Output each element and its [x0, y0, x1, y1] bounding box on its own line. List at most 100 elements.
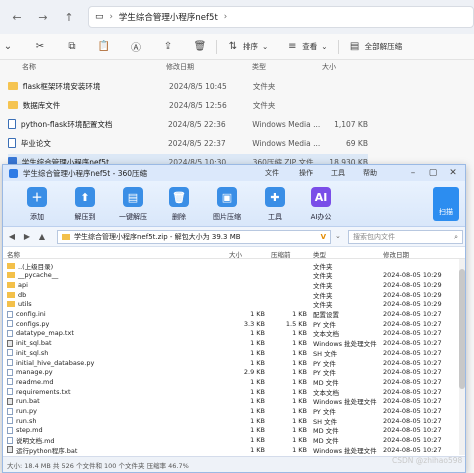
zip-status-text: 大小: 18.4 MB 共 526 个文件和 100 个文件夹 压缩率 46.7… — [7, 461, 189, 470]
sort-button[interactable]: ⇅ 排序 ⌄ — [227, 41, 269, 53]
folder-icon — [62, 234, 70, 240]
path-dropdown-icon[interactable]: V — [321, 233, 326, 241]
zip-entry-row[interactable]: initial_hive_database.py 1 KB 1 KB PY 文件 202… — [3, 358, 465, 368]
zip-entry-name-cell: run.sh — [7, 417, 207, 425]
zip-entry-row[interactable]: 运行python程序.bat 1 KB 1 KB Windows 批处理文件 2024-… — [3, 445, 465, 455]
menu-tools[interactable]: 工具 — [331, 168, 345, 178]
tools-button[interactable]: ✚ 工具 — [255, 187, 295, 222]
zip-entry-name-cell: run.py — [7, 407, 207, 415]
column-size[interactable]: 大小 — [322, 62, 336, 72]
zip-entry-size: 1 KB — [250, 377, 265, 386]
zip-entry-row[interactable]: __pycache__ 文件夹 2024-08-05 10:29 — [3, 271, 465, 280]
up-icon[interactable]: ▲ — [36, 231, 48, 243]
zip-entry-row[interactable]: config.ini 1 KB 1 KB 配置设置 2024-08-05 10:27 — [3, 310, 465, 319]
zip-entry-name-cell: manage.py — [7, 368, 207, 376]
zip-entry-row[interactable]: api 文件夹 2024-08-05 10:29 — [3, 280, 465, 290]
zip-entry-date: 2024-08-05 10:27 — [383, 358, 442, 367]
explorer-file-row[interactable]: 毕业论文 2024/8/5 22:37 Windows Media ... 69 KB — [8, 135, 368, 151]
maximize-icon[interactable]: ▢ — [427, 167, 439, 179]
zcol-type[interactable]: 类型 — [313, 249, 379, 259]
zcol-date[interactable]: 修改日期 — [383, 249, 465, 259]
zip-entry-row[interactable]: readme.md 1 KB 1 KB MD 文件 2024-08-05 10:27 — [3, 377, 465, 387]
search-icon[interactable]: ⌕ — [454, 233, 458, 242]
zip-entry-row[interactable]: manage.py 2.9 KB 1 KB PY 文件 2024-08-05 10:27 — [3, 368, 465, 378]
zip-entry-type: MD 文件 — [313, 427, 339, 436]
ai-office-button[interactable]: AI AI办公 — [301, 187, 341, 222]
add-label: 添加 — [30, 213, 44, 221]
menu-operate[interactable]: 操作 — [299, 168, 313, 178]
address-bar[interactable]: ▭ › 学生综合管理小程序nef5t › — [88, 6, 474, 28]
zip-entry-row[interactable]: ..(上级目录) 文件夹 — [3, 261, 465, 271]
share-icon[interactable]: ⇪ — [162, 41, 174, 53]
scan-label: 扫描 — [439, 208, 453, 216]
view-button[interactable]: ≡ 查看 ⌄ — [286, 41, 328, 53]
forward-icon[interactable]: ▶ — [21, 231, 33, 243]
back-arrow-icon[interactable]: ← — [8, 8, 26, 26]
zip-path-bar: ◀ ▶ ▲ 学生综合管理小程序nef5t.zip - 解包大小为 39.3 MB… — [3, 227, 465, 247]
zip-entry-row[interactable]: requirements.txt 1 KB 1 KB 文本文档 2024-08-05 1… — [3, 387, 465, 397]
up-arrow-icon[interactable]: ↑ — [60, 8, 78, 26]
zip-entry-row[interactable]: utils 文件夹 2024-08-05 10:29 — [3, 300, 465, 309]
image-compress-label: 图片压缩 — [213, 213, 241, 221]
file-icon — [7, 407, 13, 415]
column-date[interactable]: 修改日期 — [166, 62, 194, 72]
extract-to-button[interactable]: ⬆ 解压到 — [65, 187, 105, 222]
file-type: Windows Media ... — [252, 119, 321, 129]
column-name[interactable]: 名称 — [22, 62, 36, 72]
add-button[interactable]: ＋ 添加 — [17, 187, 57, 222]
zcol-name[interactable]: 名称 — [7, 249, 207, 259]
tools-icon: ✚ — [265, 187, 285, 207]
image-compress-button[interactable]: ▣ 图片压缩 — [207, 187, 247, 222]
zip-entry-compressed: 1 KB — [292, 426, 307, 435]
zip-entry-row[interactable]: run.bat 1 KB 1 KB Windows 批处理文件 2024-08-05 1… — [3, 397, 465, 406]
zip-scrollbar[interactable] — [459, 259, 465, 455]
cut-icon[interactable]: ✂ — [34, 41, 46, 53]
forward-arrow-icon[interactable]: → — [34, 8, 52, 26]
zip-search-input[interactable]: 搜索包内文件 ⌕ — [348, 230, 463, 244]
zip-entry-type: PY 文件 — [313, 369, 336, 378]
column-type[interactable]: 类型 — [252, 62, 266, 72]
zip-entry-name-cell: initial_hive_database.py — [7, 359, 207, 367]
zip-entry-name-cell: init_sql.bat — [7, 339, 207, 347]
explorer-file-row[interactable]: 数据库文件 2024/8/5 12:56 文件夹 — [8, 97, 368, 113]
new-chevron-icon[interactable]: ⌄ — [2, 41, 14, 53]
one-click-extract-button[interactable]: ▤ 一键解压 — [113, 187, 153, 222]
path-chevron-icon[interactable]: ⌄ — [335, 232, 341, 240]
trash-icon: 🗑 — [169, 187, 189, 207]
zip-entry-row[interactable]: 说明文档.md 1 KB 1 KB MD 文件 2024-08-05 10:27 — [3, 436, 465, 446]
scan-button[interactable]: 扫描 — [433, 187, 459, 221]
zip-entry-row[interactable]: configs.py 3.3 KB 1.5 KB PY 文件 2024-08-05 10… — [3, 319, 465, 329]
zip-entry-row[interactable]: init_sql.sh 1 KB 1 KB SH 文件 2024-08-05 10:27 — [3, 348, 465, 358]
delete-button[interactable]: 🗑 删除 — [159, 187, 199, 222]
zip-entry-compressed: 1 KB — [292, 445, 307, 454]
menu-help[interactable]: 帮助 — [363, 168, 377, 178]
zip-entry-name: config.ini — [16, 310, 46, 318]
zip-entry-row[interactable]: datatype_map.txt 1 KB 1 KB 文本文档 2024-08-05 1… — [3, 329, 465, 338]
zip-entry-row[interactable]: run.py 1 KB 1 KB PY 文件 2024-08-05 10:27 — [3, 407, 465, 416]
zip-entry-row[interactable]: init_sql.bat 1 KB 1 KB Windows 批处理文件 2024-08… — [3, 339, 465, 348]
paste-icon[interactable]: 📋 — [98, 41, 110, 53]
zip-entry-compressed: 1 KB — [292, 377, 307, 386]
zip-scroll-thumb[interactable] — [459, 269, 465, 389]
explorer-file-row[interactable]: flask框架环境安装环境 2024/8/5 10:45 文件夹 — [8, 78, 368, 94]
copy-icon[interactable]: ⧉ — [66, 41, 78, 53]
zcol-compressed[interactable]: 压缩前 — [271, 249, 313, 259]
zip-entry-row[interactable]: step.md 1 KB 1 KB MD 文件 2024-08-05 10:27 — [3, 426, 465, 436]
zip-entry-date: 2024-08-05 10:27 — [383, 445, 442, 454]
close-icon[interactable]: ✕ — [447, 167, 459, 179]
minimize-icon[interactable]: – — [407, 167, 419, 179]
extract-all-button[interactable]: ▤ 全部解压缩 — [349, 41, 402, 53]
rename-icon[interactable]: Ⓐ — [130, 41, 142, 54]
delete-icon[interactable]: 🗑 — [194, 41, 207, 53]
zip-entry-size: 1 KB — [250, 426, 265, 435]
zip-path-input[interactable]: 学生综合管理小程序nef5t.zip - 解包大小为 39.3 MB V — [57, 230, 331, 244]
zip-entry-row[interactable]: db 文件夹 2024-08-05 10:29 — [3, 290, 465, 300]
zip-entry-row[interactable]: run.sh 1 KB 1 KB SH 文件 2024-08-05 10:27 — [3, 416, 465, 426]
zip-entry-type: SH 文件 — [313, 349, 338, 358]
folder-icon — [7, 281, 15, 288]
explorer-file-row[interactable]: python-flask环境配置文档 2024/8/5 22:36 Windows … — [8, 116, 368, 132]
menu-file[interactable]: 文件 — [265, 168, 279, 178]
back-icon[interactable]: ◀ — [6, 231, 18, 243]
zip-entry-name-cell: init_sql.sh — [7, 349, 207, 357]
zip-entry-name: 说明文档.md — [16, 437, 55, 446]
